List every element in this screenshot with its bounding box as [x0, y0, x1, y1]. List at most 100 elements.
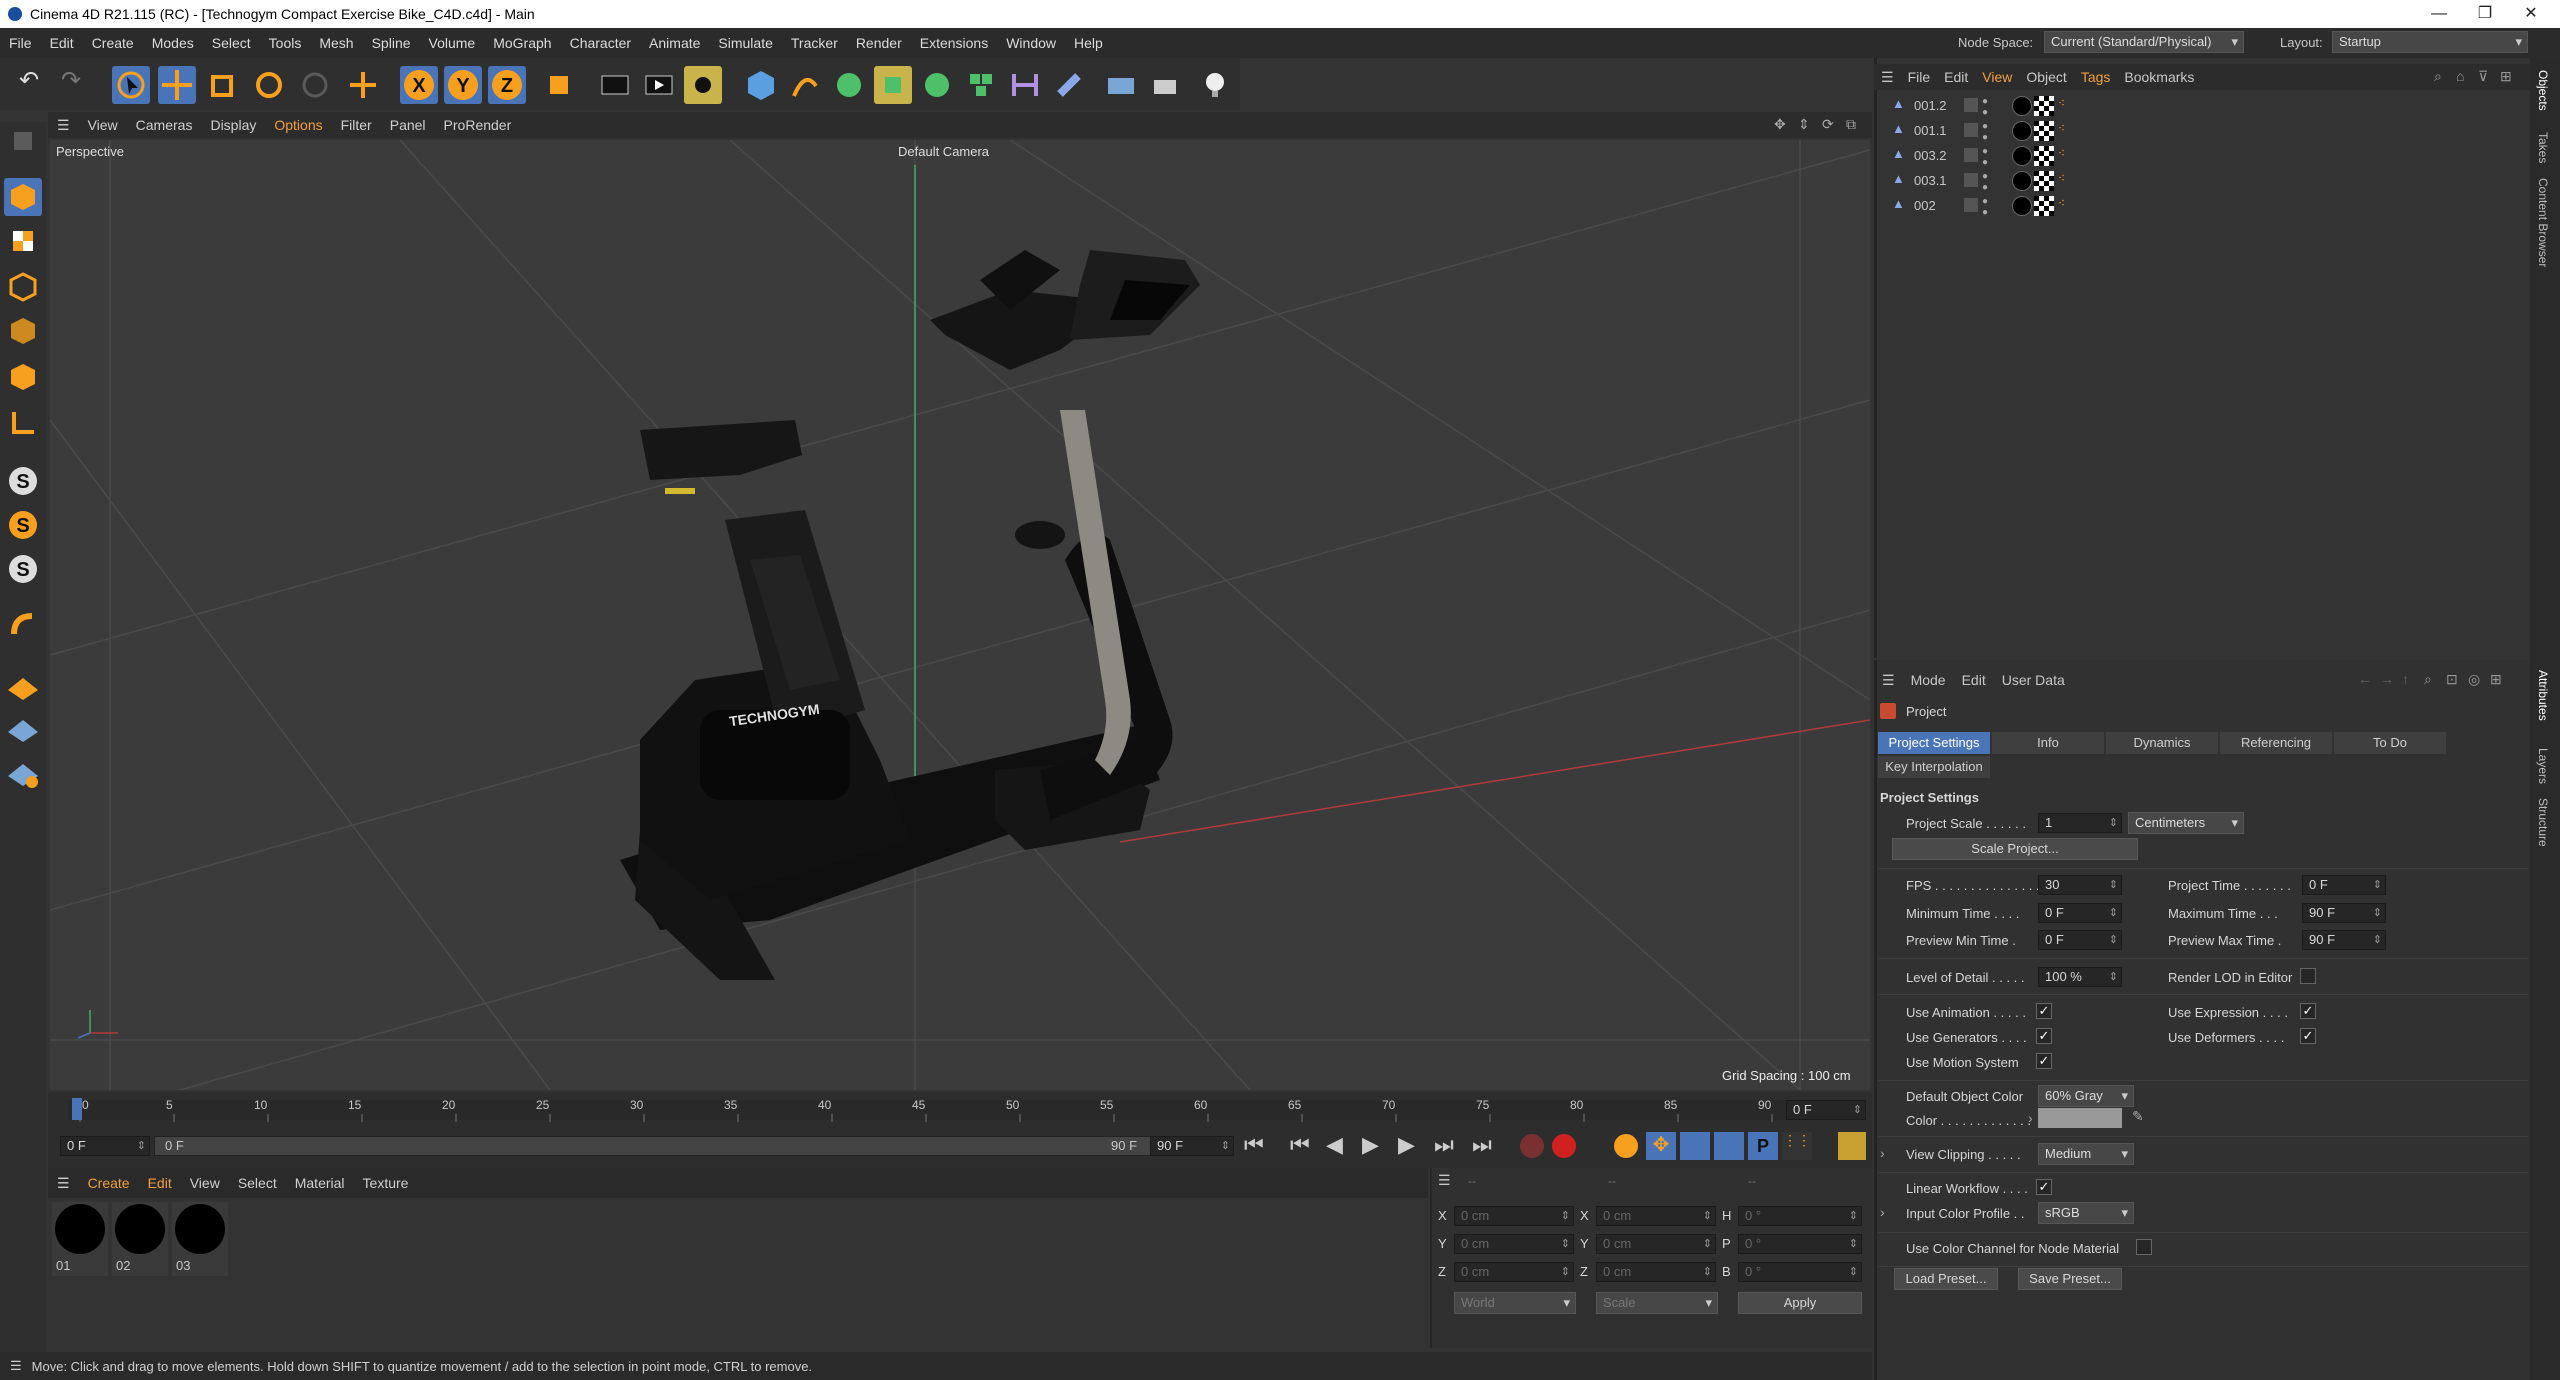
- scale-key-icon[interactable]: [1680, 1132, 1710, 1160]
- view-clipping-select[interactable]: Medium: [2038, 1143, 2134, 1165]
- objects-menu-bookmarks[interactable]: Bookmarks: [2117, 69, 2201, 85]
- object-row[interactable]: ▲ 001.2 ● ● ⁖: [1878, 94, 2528, 119]
- texture-tag-icon[interactable]: [2034, 121, 2054, 141]
- menu-extensions[interactable]: Extensions: [911, 35, 997, 51]
- visibility-dots-icon[interactable]: ● ●: [1982, 146, 1988, 168]
- layer-icon[interactable]: [1964, 98, 1978, 112]
- objects-new-panel-icon[interactable]: ⊞: [2500, 68, 2512, 85]
- phong-tag-icon[interactable]: ⁖: [2058, 146, 2065, 160]
- material-menu-create[interactable]: Create: [79, 1175, 139, 1191]
- point-mode-icon[interactable]: [4, 268, 42, 306]
- viewport-menu-panel[interactable]: Panel: [381, 117, 435, 133]
- layout-select[interactable]: Startup: [2332, 31, 2528, 53]
- play-icon[interactable]: ▶: [1362, 1132, 1379, 1158]
- viewport-menu-display[interactable]: Display: [201, 117, 265, 133]
- extrude-icon[interactable]: [874, 66, 912, 104]
- forward-arrow-icon[interactable]: →: [2380, 671, 2394, 687]
- material-tag-icon[interactable]: [2012, 146, 2032, 166]
- position-y-field[interactable]: 0 cm: [1454, 1234, 1574, 1254]
- object-name[interactable]: 001.2: [1914, 98, 1947, 113]
- use-generators-checkbox[interactable]: ✓: [2036, 1028, 2052, 1044]
- next-key-icon[interactable]: ⏭: [1434, 1132, 1454, 1158]
- position-key-icon[interactable]: ✥: [1646, 1132, 1676, 1160]
- render-picture-viewer-icon[interactable]: [640, 66, 678, 104]
- object-name[interactable]: 002: [1914, 198, 1936, 213]
- layer-icon[interactable]: [1964, 173, 1978, 187]
- menu-spline[interactable]: Spline: [363, 35, 420, 51]
- render-lod-checkbox[interactable]: [2300, 968, 2316, 984]
- polygon-mode-icon[interactable]: [4, 358, 42, 396]
- tab-referencing[interactable]: Referencing: [2220, 732, 2332, 754]
- objects-menu-object[interactable]: Object: [2019, 69, 2073, 85]
- viewport-maximize-icon[interactable]: ⧉: [1846, 116, 1856, 133]
- material-menu-view[interactable]: View: [181, 1175, 229, 1191]
- phong-tag-icon[interactable]: ⁖: [2058, 121, 2065, 135]
- attributes-new-panel-icon[interactable]: ⊞: [2490, 671, 2502, 688]
- coord-space-select[interactable]: World: [1454, 1292, 1576, 1314]
- menu-edit[interactable]: Edit: [41, 35, 83, 51]
- linear-workflow-checkbox[interactable]: ✓: [2036, 1179, 2052, 1195]
- render-settings-icon[interactable]: [684, 66, 722, 104]
- render-view-icon[interactable]: [596, 66, 634, 104]
- camera-label[interactable]: Default Camera: [898, 144, 989, 159]
- dock-tab-takes[interactable]: Takes: [2536, 132, 2550, 163]
- object-row[interactable]: ▲ 001.1 ● ● ⁖: [1878, 119, 2528, 144]
- texture-tag-icon[interactable]: [2034, 96, 2054, 116]
- model-mode-icon[interactable]: [4, 178, 42, 216]
- load-preset-button[interactable]: Load Preset...: [1894, 1268, 1998, 1290]
- phong-tag-icon[interactable]: ⁖: [2058, 196, 2065, 210]
- rotation-b-field[interactable]: 0 °: [1738, 1262, 1862, 1282]
- scale-tool-icon[interactable]: [204, 66, 242, 104]
- coord-hamburger-icon[interactable]: ☰: [1438, 1172, 1451, 1189]
- menu-character[interactable]: Character: [561, 35, 640, 51]
- material-tag-icon[interactable]: [2012, 196, 2032, 216]
- view-clipping-expand-icon[interactable]: ›: [1880, 1145, 1885, 1161]
- color-swatch[interactable]: [2038, 1108, 2122, 1128]
- viewport-move-icon[interactable]: ✥: [1774, 116, 1786, 133]
- z-axis-lock-icon[interactable]: Z: [488, 66, 526, 104]
- timeline-layout-icon[interactable]: [1838, 1132, 1866, 1160]
- phong-tag-icon[interactable]: ⁖: [2058, 171, 2065, 185]
- edge-mode-icon[interactable]: [4, 312, 42, 350]
- rotation-p-field[interactable]: 0 °: [1738, 1234, 1862, 1254]
- planar-workplane-icon[interactable]: [4, 754, 42, 792]
- viewport-menu-prorender[interactable]: ProRender: [435, 117, 521, 133]
- subdivision-surface-icon[interactable]: [830, 66, 868, 104]
- use-color-channel-checkbox[interactable]: [2136, 1239, 2152, 1255]
- menu-render[interactable]: Render: [847, 35, 911, 51]
- material-menu-material[interactable]: Material: [286, 1175, 354, 1191]
- snap-icon[interactable]: S: [4, 462, 42, 500]
- position-x-field[interactable]: 0 cm: [1454, 1206, 1574, 1226]
- material-menu-select[interactable]: Select: [229, 1175, 286, 1191]
- material-tag-icon[interactable]: [2012, 121, 2032, 141]
- workplane-snap-icon[interactable]: S: [4, 550, 42, 588]
- tab-to-do[interactable]: To Do: [2334, 732, 2446, 754]
- attributes-hamburger-icon[interactable]: ☰: [1874, 672, 1903, 689]
- rotate-tool-icon[interactable]: [250, 66, 288, 104]
- up-arrow-icon[interactable]: ↑: [2402, 671, 2409, 687]
- dock-tab-objects[interactable]: Objects: [2536, 70, 2550, 111]
- project-scale-field[interactable]: 1: [2038, 813, 2122, 833]
- color-expand-icon[interactable]: ›: [2028, 1110, 2033, 1126]
- menu-simulate[interactable]: Simulate: [709, 35, 781, 51]
- objects-hamburger-icon[interactable]: ☰: [1874, 69, 1901, 86]
- objects-menu-edit[interactable]: Edit: [1937, 69, 1975, 85]
- objects-menu-view[interactable]: View: [1975, 69, 2019, 85]
- undo-icon[interactable]: ↶: [10, 66, 48, 104]
- layer-icon[interactable]: [1964, 123, 1978, 137]
- material-swatch[interactable]: 03: [172, 1202, 228, 1276]
- cube-object-icon[interactable]: [742, 66, 780, 104]
- objects-menu-file[interactable]: File: [1901, 69, 1938, 85]
- parameter-key-icon[interactable]: P: [1748, 1132, 1778, 1160]
- viewport-rotate-icon[interactable]: ⟳: [1822, 116, 1834, 133]
- viewport-menu-cameras[interactable]: Cameras: [127, 117, 202, 133]
- size-y-field[interactable]: 0 cm: [1596, 1234, 1716, 1254]
- material-swatch[interactable]: 02: [112, 1202, 168, 1276]
- material-hamburger-icon[interactable]: ☰: [48, 1175, 79, 1192]
- tab-info[interactable]: Info: [1992, 732, 2104, 754]
- visibility-dots-icon[interactable]: ● ●: [1982, 96, 1988, 118]
- preview-range-slider[interactable]: 0 F 90 F: [154, 1136, 1174, 1156]
- level-of-detail-field[interactable]: 100 %: [2038, 967, 2122, 987]
- redo-icon[interactable]: ↷: [52, 66, 90, 104]
- lock-icon[interactable]: ⊡: [2446, 671, 2458, 688]
